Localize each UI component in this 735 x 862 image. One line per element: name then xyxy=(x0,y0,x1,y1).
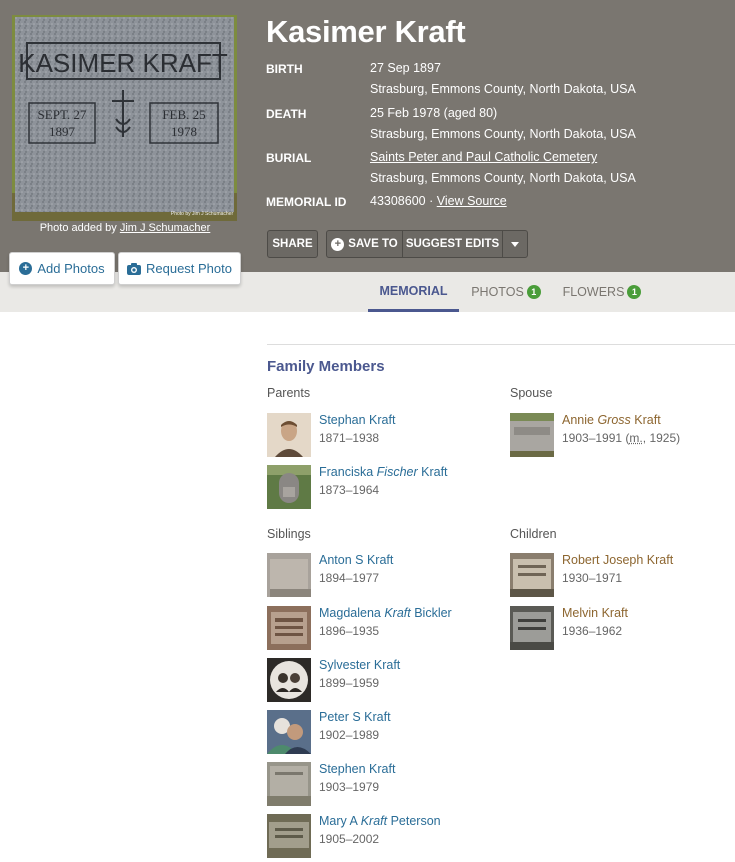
headstone-birth-year-engraving: 1897 xyxy=(49,124,76,139)
member-dates: 1905–2002 xyxy=(319,832,380,846)
birth-value: 27 Sep 1897 Strasburg, Emmons County, No… xyxy=(370,58,636,100)
member-grave-photo xyxy=(510,606,554,650)
add-photos-label: Add Photos xyxy=(37,261,105,276)
cemetery-link[interactable]: Saints Peter and Paul Catholic Cemetery xyxy=(370,150,597,164)
member-dates: 1899–1959 xyxy=(319,676,380,690)
member-portrait-photo xyxy=(267,413,311,457)
member-grave-photo xyxy=(510,553,554,597)
member-dates: 1936–1962 xyxy=(562,624,623,638)
memorial-id-label: MEMORIAL ID xyxy=(266,195,347,209)
suggest-edits-button[interactable]: SUGGEST EDITS xyxy=(402,230,503,258)
birth-date: 27 Sep 1897 xyxy=(370,61,441,75)
burial-label: BURIAL xyxy=(266,151,312,165)
add-photos-button[interactable]: + Add Photos xyxy=(9,252,115,285)
plus-circle-icon: + xyxy=(19,262,33,275)
siblings-label: Siblings xyxy=(267,527,311,541)
member-dates: 1894–1977 xyxy=(319,571,380,585)
member-grave-photo xyxy=(267,553,311,597)
request-photo-label: Request Photo xyxy=(145,261,232,276)
memorial-id: 43308600 xyxy=(370,194,426,208)
headstone-death-engraving: FEB. 25 xyxy=(162,107,205,122)
member-name[interactable]: Robert Joseph Kraft xyxy=(562,553,673,567)
member-grave-photo xyxy=(510,413,554,457)
member-dates: 1871–1938 xyxy=(319,431,380,445)
photos-count-badge: 1 xyxy=(526,285,541,299)
maiden-name: Gross xyxy=(597,413,631,427)
death-value: 25 Feb 1978 (aged 80) Strasburg, Emmons … xyxy=(370,103,636,145)
headstone-birth-engraving: SEPT. 27 xyxy=(38,107,87,122)
headstone-death-year-engraving: 1978 xyxy=(171,124,197,139)
member-grave-photo xyxy=(267,465,311,509)
headstone-image: KASIMER KRAFT SEPT. 27 1897 FEB. 25 1978… xyxy=(12,15,237,221)
tab-flowers[interactable]: FLOWERS 1 xyxy=(560,272,644,312)
member-name[interactable]: Annie Gross Kraft xyxy=(562,413,661,427)
member-name[interactable]: Stephen Kraft xyxy=(319,762,395,776)
member-portrait-photo xyxy=(267,710,311,754)
photo-credit-label: Photo added by xyxy=(39,222,117,234)
maiden-name: Kraft xyxy=(384,606,411,620)
suggest-edits-label: SUGGEST EDITS xyxy=(405,238,500,250)
section-divider xyxy=(267,344,735,345)
member-dates: 1902–1989 xyxy=(319,728,380,742)
member-dates: 1903–1979 xyxy=(319,780,380,794)
photo-credit-user-link[interactable]: Jim J Schumacher xyxy=(120,222,210,234)
maiden-name: Kraft xyxy=(360,814,388,828)
birth-label: BIRTH xyxy=(266,62,303,76)
member-name[interactable]: Melvin Kraft xyxy=(562,606,628,620)
burial-place: Strasburg, Emmons County, North Dakota, … xyxy=(370,171,636,185)
save-to-button[interactable]: + SAVE TO xyxy=(326,230,403,258)
member-dates: 1873–1964 xyxy=(319,483,380,497)
member-name[interactable]: Magdalena Kraft Bickler xyxy=(319,606,452,620)
memorial-id-value: 43308600 · View Source xyxy=(370,194,507,208)
member-name[interactable]: Stephan Kraft xyxy=(319,413,395,427)
children-label: Children xyxy=(510,527,557,541)
member-dates: 1896–1935 xyxy=(319,624,380,638)
birth-place: Strasburg, Emmons County, North Dakota, … xyxy=(370,82,636,96)
member-grave-photo xyxy=(267,762,311,806)
marriage-abbr: m. xyxy=(629,431,643,445)
headstone-photo[interactable]: KASIMER KRAFT SEPT. 27 1897 FEB. 25 1978… xyxy=(12,15,237,221)
death-place: Strasburg, Emmons County, North Dakota, … xyxy=(370,127,636,141)
plus-circle-icon: + xyxy=(331,237,345,251)
request-photo-button[interactable]: Request Photo xyxy=(118,252,241,285)
photo-watermark: Photo by Jim J Schumacher xyxy=(171,211,234,217)
more-actions-dropdown[interactable] xyxy=(502,230,528,258)
memorial-name: Kasimer Kraft xyxy=(266,14,466,49)
spouse-label: Spouse xyxy=(510,386,553,400)
member-dates: 1903–1991 (m., 1925) xyxy=(562,431,681,445)
member-name[interactable]: Sylvester Kraft xyxy=(319,658,400,672)
member-name[interactable]: Franciska Fischer Kraft xyxy=(319,465,448,479)
flowers-count-badge: 1 xyxy=(627,285,642,299)
share-label: SHARE xyxy=(272,238,313,250)
family-members-heading: Family Members xyxy=(267,358,385,375)
tab-memorial-label: MEMORIAL xyxy=(379,283,448,298)
member-name[interactable]: Peter S Kraft xyxy=(319,710,391,724)
member-portrait-photo xyxy=(267,658,311,702)
death-date: 25 Feb 1978 (aged 80) xyxy=(370,106,498,120)
burial-value: Saints Peter and Paul Catholic Cemetery … xyxy=(370,147,636,189)
member-dates: 1930–1971 xyxy=(562,571,623,585)
camera-icon xyxy=(126,262,141,275)
parents-label: Parents xyxy=(267,386,311,400)
member-grave-photo xyxy=(267,606,311,650)
view-source-link[interactable]: View Source xyxy=(437,194,507,208)
tab-flowers-label: FLOWERS xyxy=(562,285,625,299)
death-label: DEATH xyxy=(266,107,307,121)
tab-memorial[interactable]: MEMORIAL xyxy=(368,272,459,312)
tab-photos[interactable]: PHOTOS 1 xyxy=(466,272,546,312)
member-name[interactable]: Mary A Kraft Peterson xyxy=(319,814,441,828)
caret-down-icon xyxy=(511,241,519,247)
share-button[interactable]: SHARE xyxy=(267,230,318,258)
maiden-name: Fischer xyxy=(376,465,418,479)
member-grave-photo xyxy=(267,814,311,858)
photo-credit: Photo added by Jim J Schumacher xyxy=(0,222,250,234)
tab-photos-label: PHOTOS xyxy=(471,285,524,299)
headstone-name-engraving: KASIMER KRAFT xyxy=(18,48,228,78)
member-name[interactable]: Anton S Kraft xyxy=(319,553,393,567)
save-to-label: SAVE TO xyxy=(348,238,398,250)
